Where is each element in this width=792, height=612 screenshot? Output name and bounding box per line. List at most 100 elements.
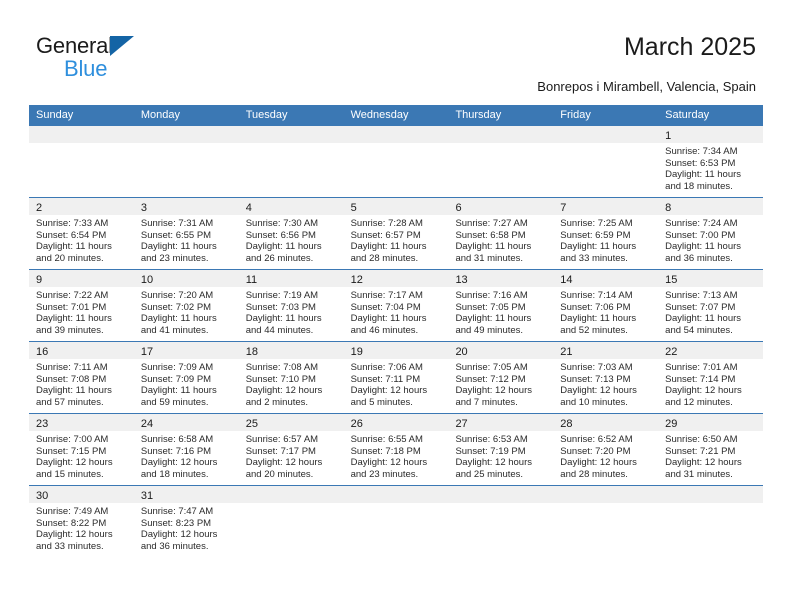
sunset-text: Sunset: 6:56 PM xyxy=(245,229,316,241)
calendar-day-cell[interactable]: 13 Sunrise: 7:16 AM Sunset: 7:05 PM Dayligh… xyxy=(448,270,554,341)
day-number: 17 xyxy=(140,346,154,358)
day-number: 8 xyxy=(665,202,672,214)
calendar-day-cell[interactable]: 3 Sunrise: 7:31 AM Sunset: 6:55 PM Daylight… xyxy=(133,198,239,269)
daylight-text: and 5 minutes. xyxy=(350,396,413,408)
calendar-day-cell[interactable]: 31 Sunrise: 7:47 AM Sunset: 8:23 PM Dayligh… xyxy=(133,486,239,557)
daylight-text: and 18 minutes. xyxy=(665,180,733,192)
calendar-weeks: 1 Sunrise: 7:34 AM Sunset: 6:53 PM Daylight… xyxy=(29,126,764,557)
day-number-band: 22 xyxy=(658,342,764,359)
calendar-day-cell[interactable]: 24 Sunrise: 6:58 AM Sunset: 7:16 PM Dayligh… xyxy=(133,414,239,485)
calendar-day-cell[interactable]: 29 Sunrise: 6:50 AM Sunset: 7:21 PM Dayligh… xyxy=(658,414,764,485)
calendar-day-cell[interactable]: 8 Sunrise: 7:24 AM Sunset: 7:00 PM Daylight… xyxy=(658,198,764,269)
sunrise-text: Sunrise: 7:03 AM xyxy=(560,362,633,373)
day-detail-body xyxy=(553,503,658,553)
calendar-day-cell[interactable]: 23 Sunrise: 7:00 AM Sunset: 7:15 PM Dayligh… xyxy=(29,414,134,485)
day-number-band xyxy=(658,486,764,503)
daylight-text: Daylight: 11 hours xyxy=(560,241,637,253)
sunrise-text: Sunrise: 7:25 AM xyxy=(560,218,633,229)
day-detail-body: Sunrise: 7:16 AM Sunset: 7:05 PM Daylight:… xyxy=(448,287,553,340)
calendar-day-cell[interactable]: 5 Sunrise: 7:28 AM Sunset: 6:57 PM Daylight… xyxy=(343,198,449,269)
daylight-text: Daylight: 11 hours xyxy=(560,313,637,325)
day-number: 15 xyxy=(665,274,678,286)
day-detail-body xyxy=(344,143,449,193)
day-number-band: 31 xyxy=(133,486,239,503)
calendar-day-cell-empty xyxy=(553,486,659,557)
weekday-header-saturday: Saturday xyxy=(665,109,710,121)
day-detail-body: Sunrise: 7:14 AM Sunset: 7:06 PM Daylight:… xyxy=(553,287,658,340)
daylight-text: Daylight: 11 hours xyxy=(350,313,427,325)
daylight-text: and 20 minutes. xyxy=(245,468,314,480)
daylight-text: Daylight: 12 hours xyxy=(665,457,742,469)
daylight-text: and 23 minutes. xyxy=(350,468,419,480)
daylight-text: and 15 minutes. xyxy=(36,468,104,480)
daylight-text: Daylight: 11 hours xyxy=(455,241,532,253)
calendar-day-cell[interactable]: 6 Sunrise: 7:27 AM Sunset: 6:58 PM Daylight… xyxy=(448,198,554,269)
day-number: 11 xyxy=(245,274,258,286)
weekday-header-sunday: Sunday xyxy=(36,109,74,121)
calendar-day-cell[interactable]: 28 Sunrise: 6:52 AM Sunset: 7:20 PM Dayligh… xyxy=(553,414,659,485)
calendar-day-cell[interactable]: 25 Sunrise: 6:57 AM Sunset: 7:17 PM Dayligh… xyxy=(238,414,344,485)
daylight-text: and 46 minutes. xyxy=(350,324,419,336)
day-number: 18 xyxy=(245,346,258,358)
calendar-day-cell[interactable]: 7 Sunrise: 7:25 AM Sunset: 6:59 PM Daylight… xyxy=(553,198,659,269)
sunrise-text: Sunrise: 7:33 AM xyxy=(36,218,109,229)
daylight-text: Daylight: 12 hours xyxy=(350,385,428,397)
day-number-band xyxy=(553,126,659,143)
calendar-day-cell[interactable]: 14 Sunrise: 7:14 AM Sunset: 7:06 PM Dayligh… xyxy=(553,270,659,341)
day-number-band: 2 xyxy=(29,198,134,215)
daylight-text: Daylight: 12 hours xyxy=(455,385,533,397)
calendar-day-cell[interactable]: 19 Sunrise: 7:06 AM Sunset: 7:11 PM Dayligh… xyxy=(343,342,449,413)
calendar-day-cell[interactable]: 1 Sunrise: 7:34 AM Sunset: 6:53 PM Daylight… xyxy=(658,126,764,197)
calendar-day-cell-empty xyxy=(343,486,449,557)
calendar-day-cell[interactable]: 18 Sunrise: 7:08 AM Sunset: 7:10 PM Dayligh… xyxy=(238,342,344,413)
calendar-day-cell[interactable]: 4 Sunrise: 7:30 AM Sunset: 6:56 PM Daylight… xyxy=(238,198,344,269)
day-detail-body xyxy=(29,143,134,193)
sunrise-text: Sunrise: 7:47 AM xyxy=(140,506,214,517)
day-number: 25 xyxy=(245,418,258,430)
day-detail-body: Sunrise: 7:28 AM Sunset: 6:57 PM Daylight:… xyxy=(344,215,449,268)
sunrise-text: Sunrise: 7:00 AM xyxy=(36,434,109,445)
calendar-day-cell[interactable]: 9 Sunrise: 7:22 AM Sunset: 7:01 PM Daylight… xyxy=(29,270,134,341)
calendar-day-cell[interactable]: 10 Sunrise: 7:20 AM Sunset: 7:02 PM Dayligh… xyxy=(133,270,239,341)
calendar-day-cell[interactable]: 30 Sunrise: 7:49 AM Sunset: 8:22 PM Dayligh… xyxy=(29,486,134,557)
calendar-day-cell[interactable]: 11 Sunrise: 7:19 AM Sunset: 7:03 PM Dayligh… xyxy=(238,270,344,341)
calendar-day-cell[interactable]: 20 Sunrise: 7:05 AM Sunset: 7:12 PM Dayligh… xyxy=(448,342,554,413)
day-detail-body: Sunrise: 6:50 AM Sunset: 7:21 PM Daylight:… xyxy=(658,431,763,484)
calendar-day-cell[interactable]: 22 Sunrise: 7:01 AM Sunset: 7:14 PM Dayligh… xyxy=(658,342,764,413)
day-number-band: 3 xyxy=(133,198,239,215)
day-number: 14 xyxy=(560,274,573,286)
calendar-day-cell[interactable]: 17 Sunrise: 7:09 AM Sunset: 7:09 PM Dayligh… xyxy=(133,342,239,413)
daylight-text: and 28 minutes. xyxy=(350,252,419,264)
day-number: 4 xyxy=(245,202,252,214)
day-number-band xyxy=(343,126,449,143)
daylight-text: Daylight: 12 hours xyxy=(350,457,428,469)
daylight-text: Daylight: 11 hours xyxy=(245,313,322,325)
page-header: General Blue March 2025 Bonrepos i Miram… xyxy=(0,0,792,104)
calendar-day-cell-empty xyxy=(448,126,554,197)
sunset-text: Sunset: 7:09 PM xyxy=(140,373,212,385)
calendar-day-cell[interactable]: 16 Sunrise: 7:11 AM Sunset: 7:08 PM Dayligh… xyxy=(29,342,134,413)
day-detail-body: Sunrise: 6:55 AM Sunset: 7:18 PM Daylight:… xyxy=(344,431,449,484)
daylight-text: and 12 minutes. xyxy=(665,396,733,408)
day-number: 20 xyxy=(455,346,468,358)
sunset-text: Sunset: 7:19 PM xyxy=(455,445,526,457)
sunset-text: Sunset: 7:03 PM xyxy=(245,301,316,313)
calendar-week-row: 23 Sunrise: 7:00 AM Sunset: 7:15 PM Dayligh… xyxy=(29,413,764,485)
day-number: 23 xyxy=(36,418,49,430)
day-detail-body: Sunrise: 7:05 AM Sunset: 7:12 PM Daylight:… xyxy=(448,359,553,412)
day-detail-body xyxy=(134,143,239,193)
calendar-day-cell[interactable]: 26 Sunrise: 6:55 AM Sunset: 7:18 PM Dayligh… xyxy=(343,414,449,485)
calendar-day-cell[interactable]: 27 Sunrise: 6:53 AM Sunset: 7:19 PM Dayligh… xyxy=(448,414,554,485)
day-detail-body: Sunrise: 7:49 AM Sunset: 8:22 PM Daylight:… xyxy=(29,503,134,556)
daylight-text: Daylight: 12 hours xyxy=(140,457,218,469)
sunrise-text: Sunrise: 7:24 AM xyxy=(665,218,738,229)
calendar-day-cell[interactable]: 15 Sunrise: 7:13 AM Sunset: 7:07 PM Dayligh… xyxy=(658,270,764,341)
general-blue-logo[interactable]: General Blue xyxy=(36,33,236,89)
day-number-band xyxy=(238,126,344,143)
daylight-text: and 52 minutes. xyxy=(560,324,628,336)
calendar-day-cell[interactable]: 2 Sunrise: 7:33 AM Sunset: 6:54 PM Daylight… xyxy=(29,198,134,269)
day-number: 26 xyxy=(350,418,363,430)
calendar-day-cell[interactable]: 12 Sunrise: 7:17 AM Sunset: 7:04 PM Dayligh… xyxy=(343,270,449,341)
day-detail-body: Sunrise: 7:30 AM Sunset: 6:56 PM Daylight:… xyxy=(239,215,344,268)
calendar-day-cell[interactable]: 21 Sunrise: 7:03 AM Sunset: 7:13 PM Dayligh… xyxy=(553,342,659,413)
